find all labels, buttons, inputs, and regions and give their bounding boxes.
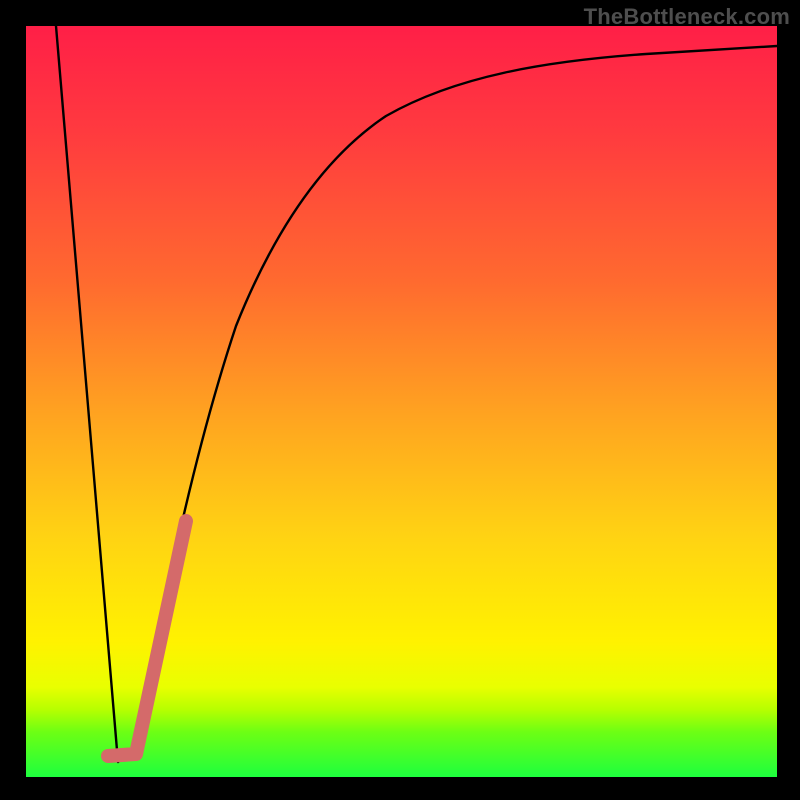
- chart-svg: [26, 26, 777, 777]
- plot-area: [26, 26, 777, 777]
- chart-frame: TheBottleneck.com: [0, 0, 800, 800]
- highlight-segment: [108, 521, 186, 756]
